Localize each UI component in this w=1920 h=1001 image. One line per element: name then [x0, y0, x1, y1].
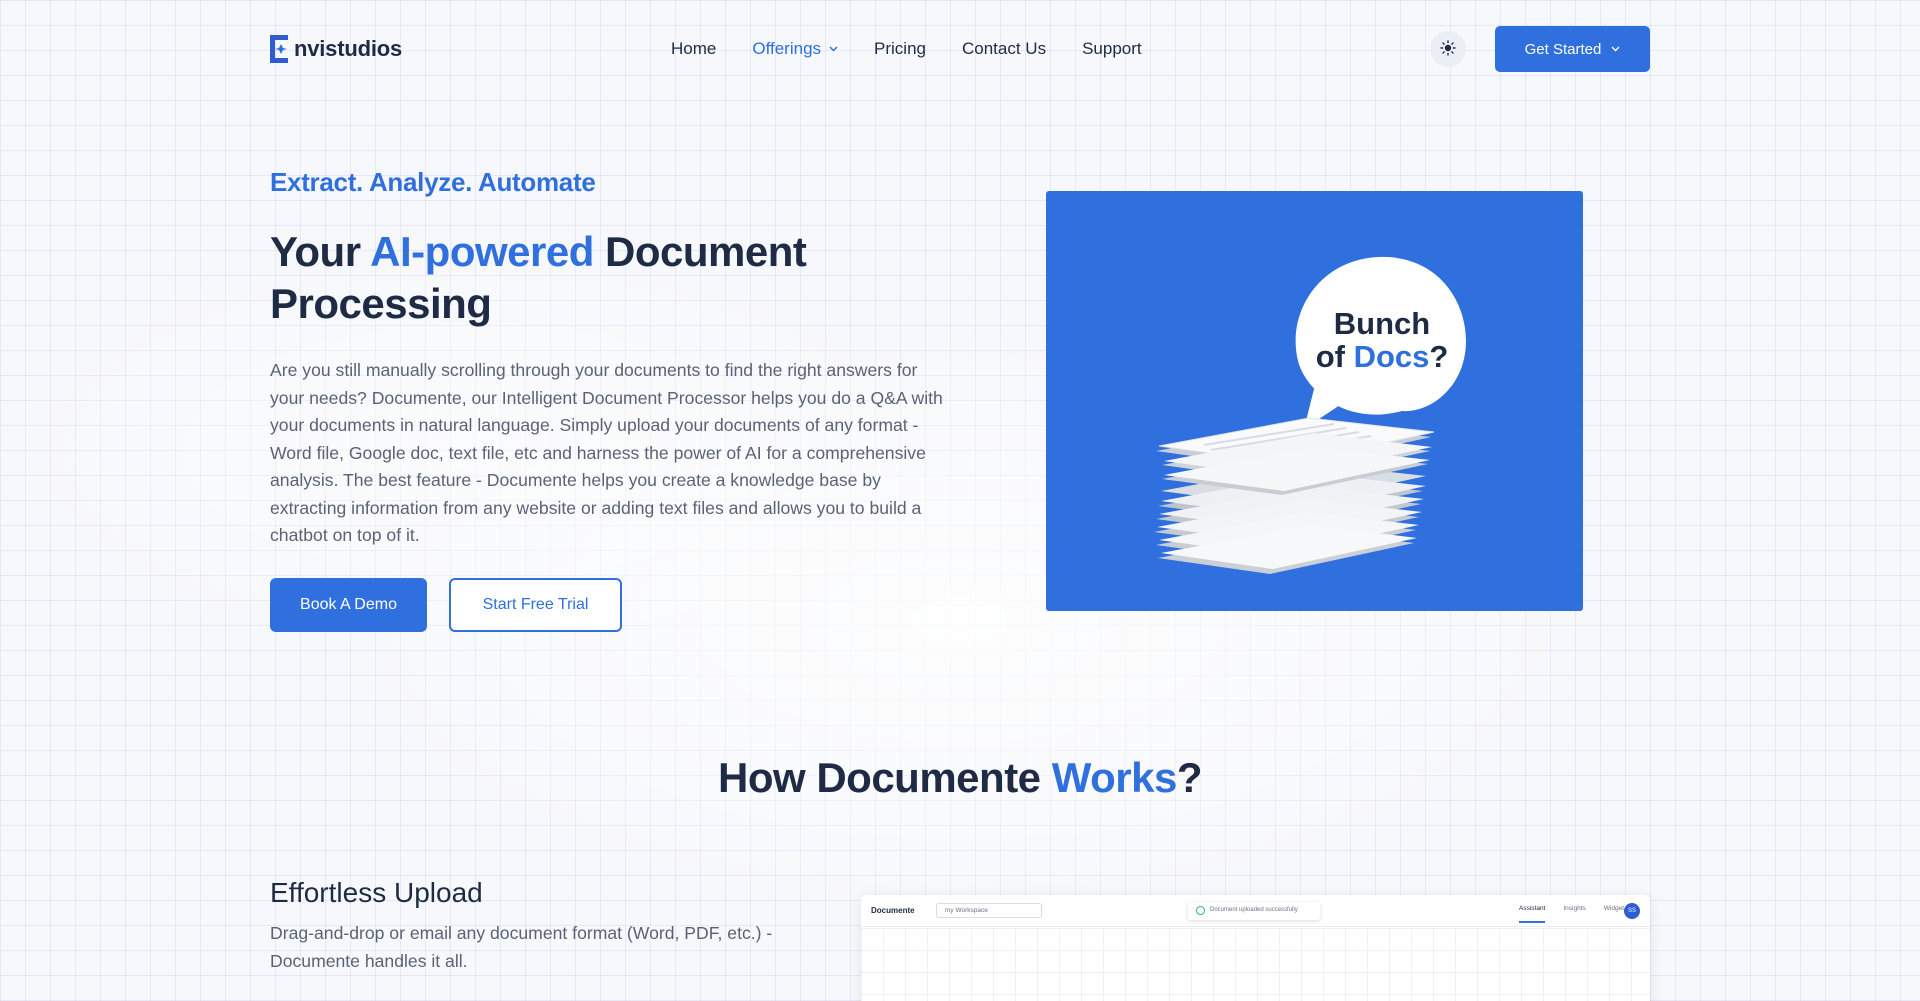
bubble-line2-post: ? — [1429, 339, 1448, 374]
chevron-down-icon — [1611, 44, 1620, 55]
app-preview-screenshot: Documente my Workspace Document uploaded… — [861, 895, 1650, 1001]
preview-tab-widget: Widget — [1603, 905, 1625, 912]
docs-illustration: Bunch of Docs? — [1154, 256, 1466, 574]
section-title-accent: Works — [1051, 754, 1178, 801]
preview-toast: Document uploaded successfully — [1188, 902, 1320, 920]
section-title-post: ? — [1176, 754, 1203, 801]
hero-title-pre: Your — [270, 228, 371, 275]
bubble-line2: of Docs? — [1316, 339, 1449, 374]
nav-home-label: Home — [671, 39, 717, 58]
sun-icon — [1440, 39, 1456, 59]
nav-pricing[interactable]: Pricing — [874, 36, 926, 62]
paper-stack — [1154, 417, 1435, 574]
logo-e-mark — [270, 35, 292, 63]
nav-home[interactable]: Home — [671, 36, 716, 62]
top-nav: nvistudios Home Offerings Pricing Contac… — [0, 0, 1920, 98]
nav-contact-label: Contact Us — [962, 39, 1047, 58]
preview-toast-text: Document uploaded successfully — [1210, 907, 1298, 913]
preview-app-name: Documente — [871, 906, 915, 915]
section-title-pre: How Documente — [718, 754, 1052, 801]
section-title: How Documente Works? — [0, 754, 1920, 802]
theme-toggle-button[interactable] — [1430, 31, 1466, 67]
preview-avatar: SS — [1624, 903, 1640, 919]
nav-offerings-label: Offerings — [752, 39, 822, 58]
preview-tab-insights: Insights — [1563, 905, 1586, 912]
chevron-down-icon — [829, 43, 838, 55]
hero-eyebrow: Extract. Analyze. Automate — [270, 167, 596, 197]
preview-topbar: Documente my Workspace Document uploaded… — [861, 895, 1650, 927]
feature-title: Effortless Upload — [270, 877, 483, 908]
preview-tabs: Assistant Insights Widget — [1519, 905, 1624, 923]
nav-offerings[interactable]: Offerings — [752, 36, 838, 62]
start-free-trial-button[interactable]: Start Free Trial — [449, 578, 622, 632]
bubble-line1: Bunch — [1334, 306, 1430, 341]
bubble-line2-accent: Docs — [1354, 339, 1430, 374]
nav-pricing-label: Pricing — [874, 39, 926, 58]
preview-workspace-label: my Workspace — [945, 907, 988, 914]
book-demo-button[interactable]: Book A Demo — [270, 578, 427, 632]
nav-contact[interactable]: Contact Us — [962, 36, 1046, 62]
hero-illustration: Bunch of Docs? — [1046, 191, 1583, 611]
preview-body — [861, 928, 1650, 1001]
nav-links: Home Offerings Pricing Contact Us Suppor… — [671, 36, 1178, 62]
hero-title: Your AI-powered Document Processing — [270, 226, 890, 330]
get-started-button[interactable]: Get Started — [1495, 26, 1650, 72]
get-started-label: Get Started — [1524, 40, 1602, 58]
hero-title-accent: AI-powered — [370, 228, 594, 275]
nav-support-label: Support — [1082, 39, 1142, 58]
logo-text: nvistudios — [294, 36, 403, 61]
feature-description: Drag-and-drop or email any document form… — [270, 923, 773, 971]
preview-workspace-select: my Workspace — [936, 903, 1042, 918]
bubble-line2-pre: of — [1316, 339, 1354, 374]
preview-tab-assistant: Assistant — [1519, 905, 1546, 923]
brand-logo[interactable]: nvistudios — [270, 33, 402, 65]
hero-description: Are you still manually scrolling through… — [270, 360, 943, 545]
nav-support[interactable]: Support — [1082, 36, 1142, 62]
check-circle-icon — [1196, 906, 1205, 915]
